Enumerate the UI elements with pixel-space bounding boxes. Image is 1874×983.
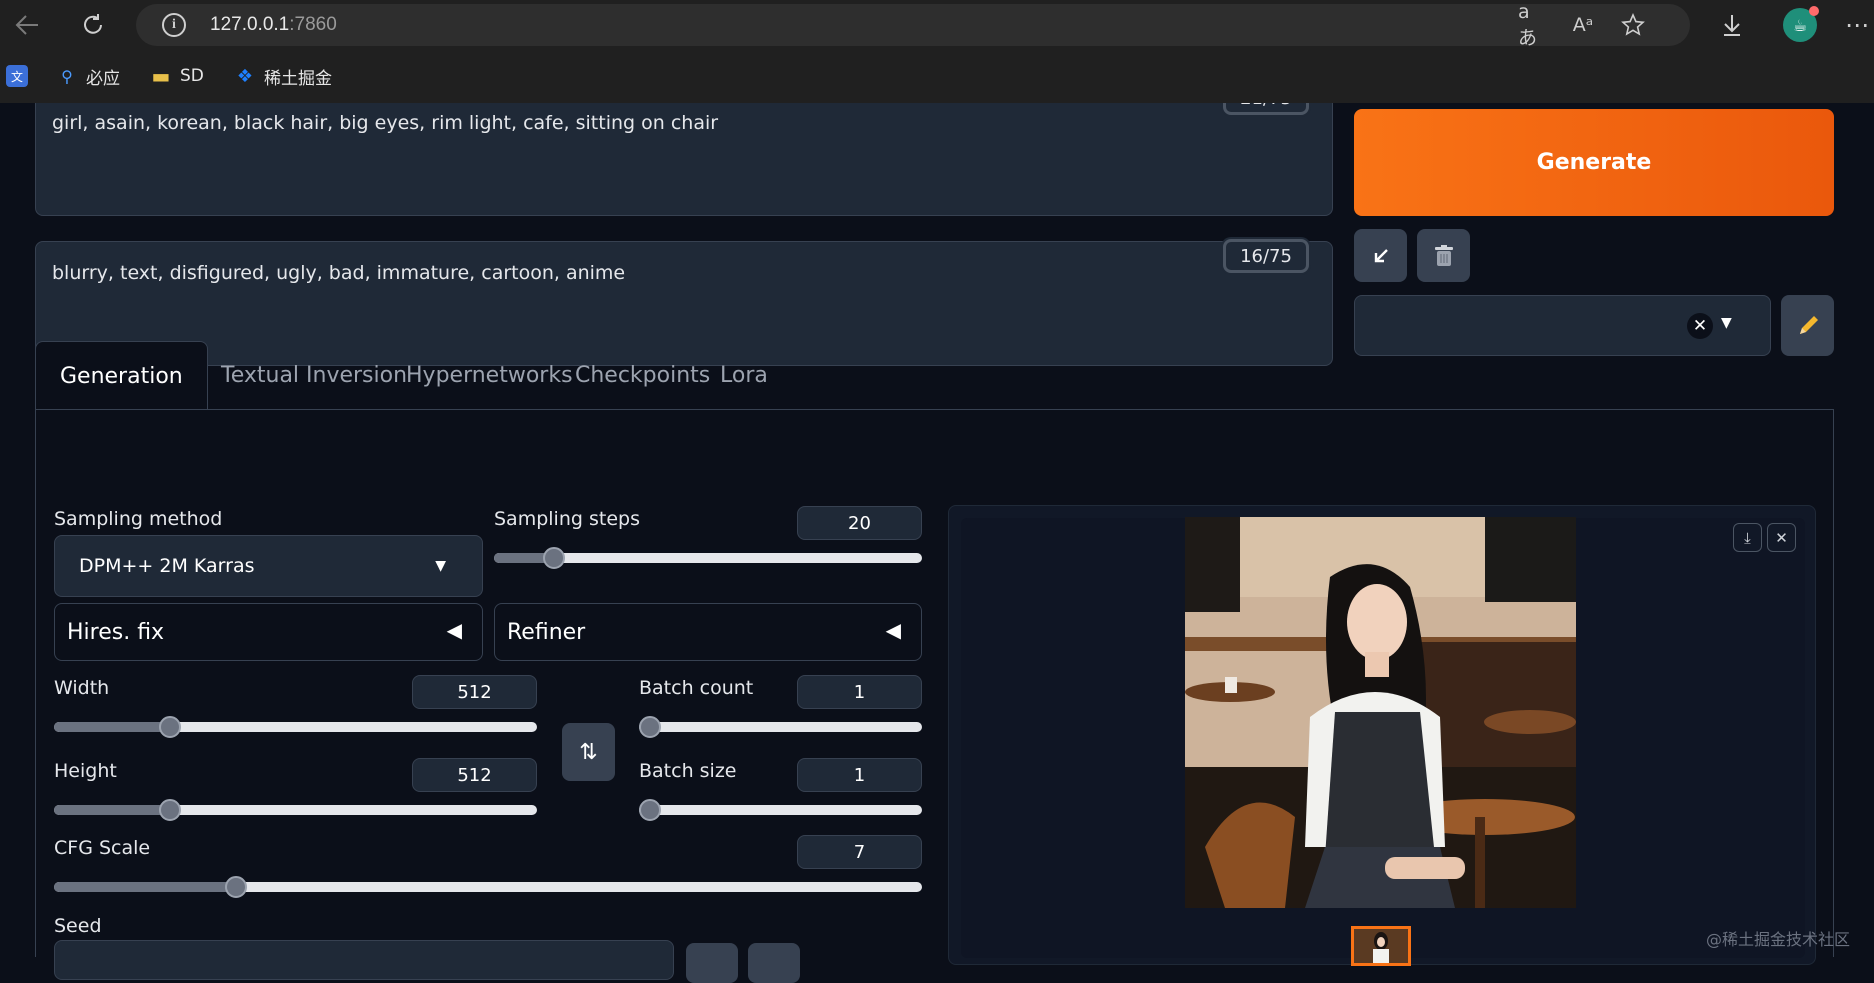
batch-count-slider[interactable] bbox=[639, 716, 922, 738]
pencil-icon bbox=[1799, 315, 1818, 334]
seed-input[interactable] bbox=[54, 940, 674, 980]
address-bar[interactable]: i 127.0.0.1:7860 aあ Aᵃ bbox=[136, 1, 1690, 49]
width-input[interactable]: 512 bbox=[412, 675, 537, 709]
height-input[interactable]: 512 bbox=[412, 758, 537, 792]
bookmark-sd-folder[interactable]: ▬ SD bbox=[150, 62, 204, 90]
trash-icon bbox=[1434, 244, 1453, 266]
bookmark-label: 稀土掘金 bbox=[264, 68, 332, 89]
positive-prompt-input[interactable]: girl, asain, korean, black hair, big eye… bbox=[35, 103, 1333, 216]
sampling-steps-input[interactable]: 20 bbox=[797, 506, 922, 540]
tab-bar: Generation Textual Inversion Hypernetwor… bbox=[35, 341, 1835, 410]
hires-fix-label: Hires. fix bbox=[67, 619, 165, 645]
browser-toolbar: i 127.0.0.1:7860 aあ Aᵃ ☕ ⋯ bbox=[0, 0, 1874, 50]
negative-token-counter: 16/75 bbox=[1223, 239, 1309, 273]
swap-dimensions-button[interactable]: ⇅ bbox=[562, 723, 615, 781]
download-icon: ⤓ bbox=[1744, 528, 1751, 547]
batch-size-slider[interactable] bbox=[639, 799, 922, 821]
translate-app-icon: 文 bbox=[6, 65, 28, 87]
reuse-seed-button[interactable] bbox=[748, 943, 800, 983]
batch-count-input[interactable]: 1 bbox=[797, 675, 922, 709]
bookmark-translate[interactable]: 文 bbox=[6, 62, 28, 90]
width-label: Width bbox=[54, 677, 110, 699]
cfg-scale-label: CFG Scale bbox=[54, 837, 151, 859]
sampling-method-select[interactable]: DPM++ 2M Karras ▼ bbox=[54, 535, 483, 597]
gallery-thumbnail[interactable] bbox=[1351, 926, 1411, 966]
chevron-down-icon[interactable]: ▼ bbox=[1721, 315, 1732, 331]
hires-fix-accordion[interactable]: Hires. fix ◀ bbox=[54, 603, 483, 661]
positive-token-counter: 21/75 bbox=[1223, 103, 1309, 115]
slider-thumb[interactable] bbox=[158, 716, 181, 738]
cfg-scale-slider[interactable] bbox=[54, 876, 922, 898]
tab-generation[interactable]: Generation bbox=[35, 341, 208, 410]
slider-thumb[interactable] bbox=[542, 547, 565, 569]
positive-prompt-text: girl, asain, korean, black hair, big eye… bbox=[52, 112, 719, 134]
coffee-cup-icon: ☕ bbox=[1783, 6, 1819, 42]
folder-icon: ▬ bbox=[151, 64, 171, 88]
favorite-star-icon[interactable] bbox=[1618, 11, 1648, 39]
download-image-button[interactable]: ⤓ bbox=[1733, 523, 1762, 552]
profile-avatar[interactable]: ☕ bbox=[1781, 6, 1819, 44]
arrow-down-left-icon bbox=[1374, 248, 1388, 262]
translate-icon[interactable]: aあ bbox=[1518, 1, 1548, 49]
sampling-method-label: Sampling method bbox=[54, 508, 223, 530]
read-aloud-icon[interactable]: Aᵃ bbox=[1568, 11, 1598, 39]
cafe-girl-image bbox=[1185, 517, 1576, 908]
refiner-accordion[interactable]: Refiner ◀ bbox=[494, 603, 922, 661]
collapse-arrow-icon: ◀ bbox=[446, 618, 462, 642]
random-seed-button[interactable] bbox=[686, 943, 738, 983]
slider-thumb[interactable] bbox=[639, 716, 661, 738]
download-icon[interactable] bbox=[1713, 6, 1751, 44]
watermark: @稀土掘金技术社区 bbox=[1706, 930, 1851, 949]
bookmarks-bar: 文 ⚲ 必应 ▬ SD ❖ 稀土掘金 bbox=[0, 58, 1874, 94]
clear-icon[interactable]: ✕ bbox=[1687, 313, 1713, 339]
refiner-label: Refiner bbox=[507, 619, 586, 645]
read-params-button[interactable] bbox=[1354, 229, 1407, 282]
batch-size-label: Batch size bbox=[639, 760, 737, 782]
tab-lora[interactable]: Lora bbox=[696, 341, 792, 410]
slider-thumb[interactable] bbox=[639, 799, 661, 821]
clear-prompt-button[interactable] bbox=[1417, 229, 1470, 282]
sampling-method-value: DPM++ 2M Karras bbox=[79, 555, 255, 577]
bookmark-juejin[interactable]: ❖ 稀土掘金 bbox=[234, 62, 332, 90]
bookmark-label: SD bbox=[180, 66, 204, 86]
bookmark-label: 必应 bbox=[86, 68, 120, 89]
site-info-icon[interactable]: i bbox=[162, 13, 186, 37]
reload-icon[interactable] bbox=[74, 6, 112, 44]
juejin-icon: ❖ bbox=[236, 65, 254, 87]
height-slider[interactable] bbox=[54, 799, 537, 821]
batch-count-label: Batch count bbox=[639, 677, 754, 699]
negative-prompt-text: blurry, text, disfigured, ugly, bad, imm… bbox=[52, 262, 626, 284]
slider-thumb[interactable] bbox=[158, 799, 181, 821]
collapse-arrow-icon: ◀ bbox=[885, 618, 901, 642]
bookmark-bing[interactable]: ⚲ 必应 bbox=[56, 62, 120, 90]
cfg-scale-input[interactable]: 7 bbox=[797, 835, 922, 869]
width-slider[interactable] bbox=[54, 716, 537, 738]
browser-chrome: i 127.0.0.1:7860 aあ Aᵃ ☕ ⋯ 文 ⚲ 必应 ▬ SD ❖ bbox=[0, 0, 1874, 103]
close-icon: ✕ bbox=[1775, 528, 1788, 547]
swap-arrows-icon: ⇅ bbox=[579, 739, 598, 765]
height-label: Height bbox=[54, 760, 117, 782]
sampling-steps-slider[interactable] bbox=[494, 547, 922, 569]
batch-size-input[interactable]: 1 bbox=[797, 758, 922, 792]
more-menu-icon[interactable]: ⋯ bbox=[1838, 6, 1874, 44]
seed-label: Seed bbox=[54, 915, 102, 937]
generated-image-preview[interactable] bbox=[1185, 517, 1576, 908]
sampling-steps-label: Sampling steps bbox=[494, 508, 640, 530]
back-icon[interactable] bbox=[8, 6, 46, 44]
close-preview-button[interactable]: ✕ bbox=[1767, 523, 1796, 552]
chevron-down-icon: ▼ bbox=[435, 558, 446, 574]
url-text: 127.0.0.1:7860 bbox=[210, 14, 337, 35]
search-icon: ⚲ bbox=[61, 66, 73, 86]
generate-button[interactable]: Generate bbox=[1354, 109, 1834, 216]
